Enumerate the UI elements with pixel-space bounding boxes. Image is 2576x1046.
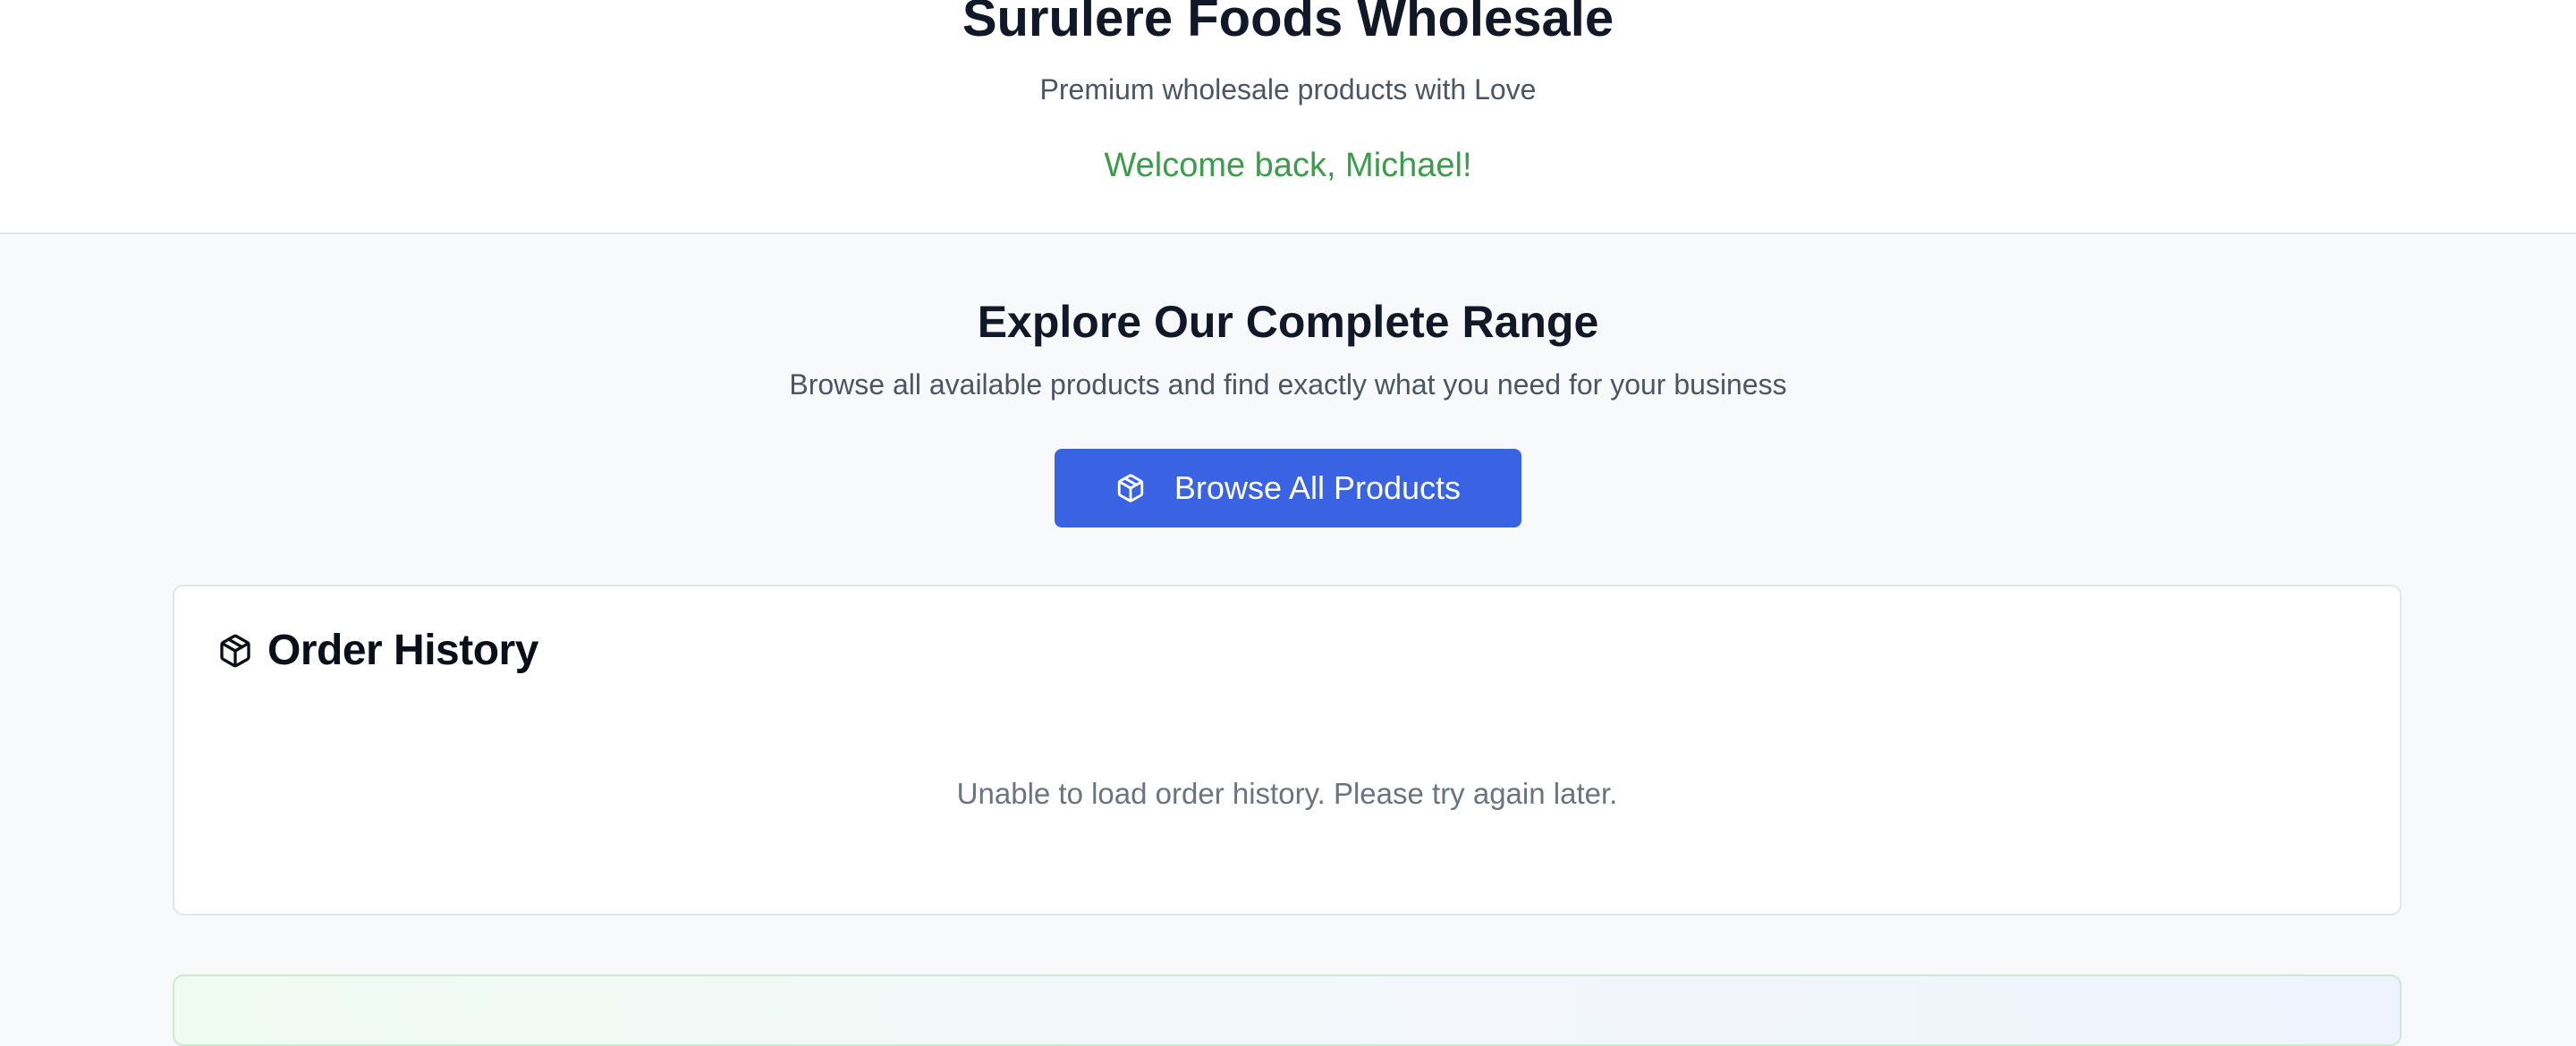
package-icon: [217, 633, 253, 669]
site-title: Surulere Foods Wholesale: [962, 0, 1614, 47]
browse-button-label: Browse All Products: [1174, 469, 1462, 506]
site-header: Surulere Foods Wholesale Premium wholesa…: [0, 0, 2576, 234]
order-history-error-message: Unable to load order history. Please try…: [956, 777, 1618, 810]
explore-subtitle: Browse all available products and find e…: [789, 368, 1787, 401]
browse-all-products-button[interactable]: Browse All Products: [1055, 449, 1521, 527]
package-icon: [1115, 473, 1146, 503]
welcome-message: Welcome back, Michael!: [1104, 147, 1472, 184]
order-history-header: Order History: [217, 626, 538, 676]
order-history-card: Order History Unable to load order histo…: [173, 585, 2402, 915]
promo-card: [173, 974, 2402, 1046]
site-tagline: Premium wholesale products with Love: [1039, 73, 1537, 105]
explore-title: Explore Our Complete Range: [977, 297, 1599, 347]
order-history-title: Order History: [267, 627, 538, 674]
